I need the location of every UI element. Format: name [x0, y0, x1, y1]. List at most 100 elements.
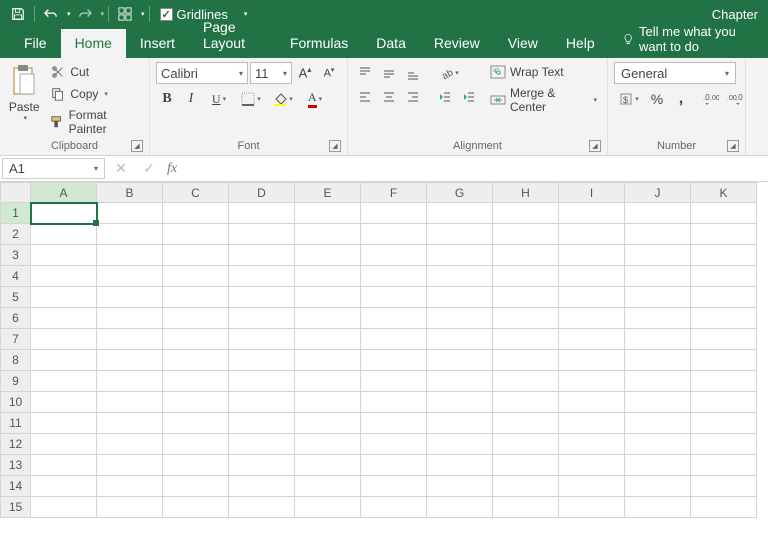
borders-button[interactable]: ▾	[236, 88, 266, 110]
row-header[interactable]: 1	[1, 203, 31, 224]
cell[interactable]	[31, 245, 97, 266]
tab-view[interactable]: View	[494, 29, 552, 58]
row-header[interactable]: 7	[1, 329, 31, 350]
cell[interactable]	[97, 308, 163, 329]
cell[interactable]	[493, 245, 559, 266]
align-top-button[interactable]	[354, 62, 376, 84]
cell[interactable]	[31, 413, 97, 434]
orientation-button[interactable]: ab▾	[434, 62, 464, 84]
cell[interactable]	[625, 350, 691, 371]
cell[interactable]	[625, 476, 691, 497]
cell[interactable]	[31, 350, 97, 371]
cell[interactable]	[97, 497, 163, 518]
cell[interactable]	[295, 245, 361, 266]
cell[interactable]	[295, 350, 361, 371]
accounting-format-button[interactable]: $▾	[614, 88, 644, 110]
cell[interactable]	[31, 224, 97, 245]
cell[interactable]	[493, 203, 559, 224]
cell[interactable]	[625, 392, 691, 413]
cell[interactable]	[427, 455, 493, 476]
tell-me-search[interactable]: Tell me what you want to do	[609, 24, 768, 58]
cell[interactable]	[625, 434, 691, 455]
cell[interactable]	[493, 350, 559, 371]
cell[interactable]	[295, 224, 361, 245]
tab-page-layout[interactable]: Page Layout	[189, 13, 276, 58]
cell[interactable]	[163, 245, 229, 266]
cell[interactable]	[625, 371, 691, 392]
cell[interactable]	[493, 455, 559, 476]
cell[interactable]	[625, 455, 691, 476]
cell[interactable]	[361, 455, 427, 476]
font-color-button[interactable]: A▾	[300, 88, 330, 110]
column-header[interactable]: J	[625, 183, 691, 203]
cell[interactable]	[691, 434, 757, 455]
row-header[interactable]: 5	[1, 287, 31, 308]
tab-review[interactable]: Review	[420, 29, 494, 58]
cell[interactable]	[427, 413, 493, 434]
cell[interactable]	[229, 266, 295, 287]
cell[interactable]	[559, 203, 625, 224]
column-header[interactable]: A	[31, 183, 97, 203]
cell[interactable]	[493, 371, 559, 392]
cell[interactable]	[361, 413, 427, 434]
cell[interactable]	[97, 392, 163, 413]
cell[interactable]	[229, 245, 295, 266]
column-header[interactable]: D	[229, 183, 295, 203]
name-box[interactable]: A1 ▾	[2, 158, 105, 179]
column-header[interactable]: B	[97, 183, 163, 203]
cell[interactable]	[31, 434, 97, 455]
enter-formula-button[interactable]: ✓	[139, 160, 159, 177]
spreadsheet-grid[interactable]: ABCDEFGHIJK123456789101112131415	[0, 182, 768, 539]
undo-button[interactable]	[39, 2, 63, 26]
cell[interactable]	[427, 329, 493, 350]
cell[interactable]	[559, 371, 625, 392]
cell[interactable]	[97, 266, 163, 287]
cell[interactable]	[427, 371, 493, 392]
cell[interactable]	[691, 287, 757, 308]
row-header[interactable]: 12	[1, 434, 31, 455]
cell[interactable]	[229, 329, 295, 350]
cell[interactable]	[559, 434, 625, 455]
cell[interactable]	[229, 203, 295, 224]
redo-dropdown[interactable]: ▾	[101, 10, 105, 18]
number-format-combo[interactable]: General▾	[614, 62, 736, 84]
cell[interactable]	[691, 224, 757, 245]
cell[interactable]	[427, 476, 493, 497]
cell[interactable]	[31, 371, 97, 392]
font-size-combo[interactable]: 11▾	[250, 62, 292, 84]
cell[interactable]	[163, 266, 229, 287]
cell[interactable]	[691, 497, 757, 518]
cell[interactable]	[97, 245, 163, 266]
row-header[interactable]: 4	[1, 266, 31, 287]
cell[interactable]	[427, 266, 493, 287]
tab-file[interactable]: File	[10, 29, 61, 58]
cell[interactable]	[361, 434, 427, 455]
align-right-button[interactable]	[402, 86, 424, 108]
cell[interactable]	[295, 434, 361, 455]
decrease-font-button[interactable]: A▾	[318, 62, 340, 84]
cell[interactable]	[691, 350, 757, 371]
cell[interactable]	[229, 497, 295, 518]
cell[interactable]	[361, 392, 427, 413]
cell[interactable]	[691, 245, 757, 266]
cell[interactable]	[361, 224, 427, 245]
cell[interactable]	[97, 203, 163, 224]
select-all-corner[interactable]	[1, 183, 31, 203]
cell[interactable]	[229, 371, 295, 392]
cell[interactable]	[31, 455, 97, 476]
borders-qat-dropdown[interactable]: ▾	[141, 10, 145, 18]
cell[interactable]	[295, 266, 361, 287]
cell[interactable]	[625, 497, 691, 518]
tab-data[interactable]: Data	[362, 29, 420, 58]
number-launcher[interactable]: ◢	[727, 140, 739, 152]
cell[interactable]	[493, 308, 559, 329]
cell[interactable]	[691, 203, 757, 224]
cell[interactable]	[427, 224, 493, 245]
cell[interactable]	[163, 371, 229, 392]
cell[interactable]	[295, 413, 361, 434]
cell[interactable]	[361, 371, 427, 392]
bold-button[interactable]: B	[156, 88, 178, 110]
cell[interactable]	[163, 350, 229, 371]
cell[interactable]	[163, 413, 229, 434]
cell[interactable]	[493, 392, 559, 413]
